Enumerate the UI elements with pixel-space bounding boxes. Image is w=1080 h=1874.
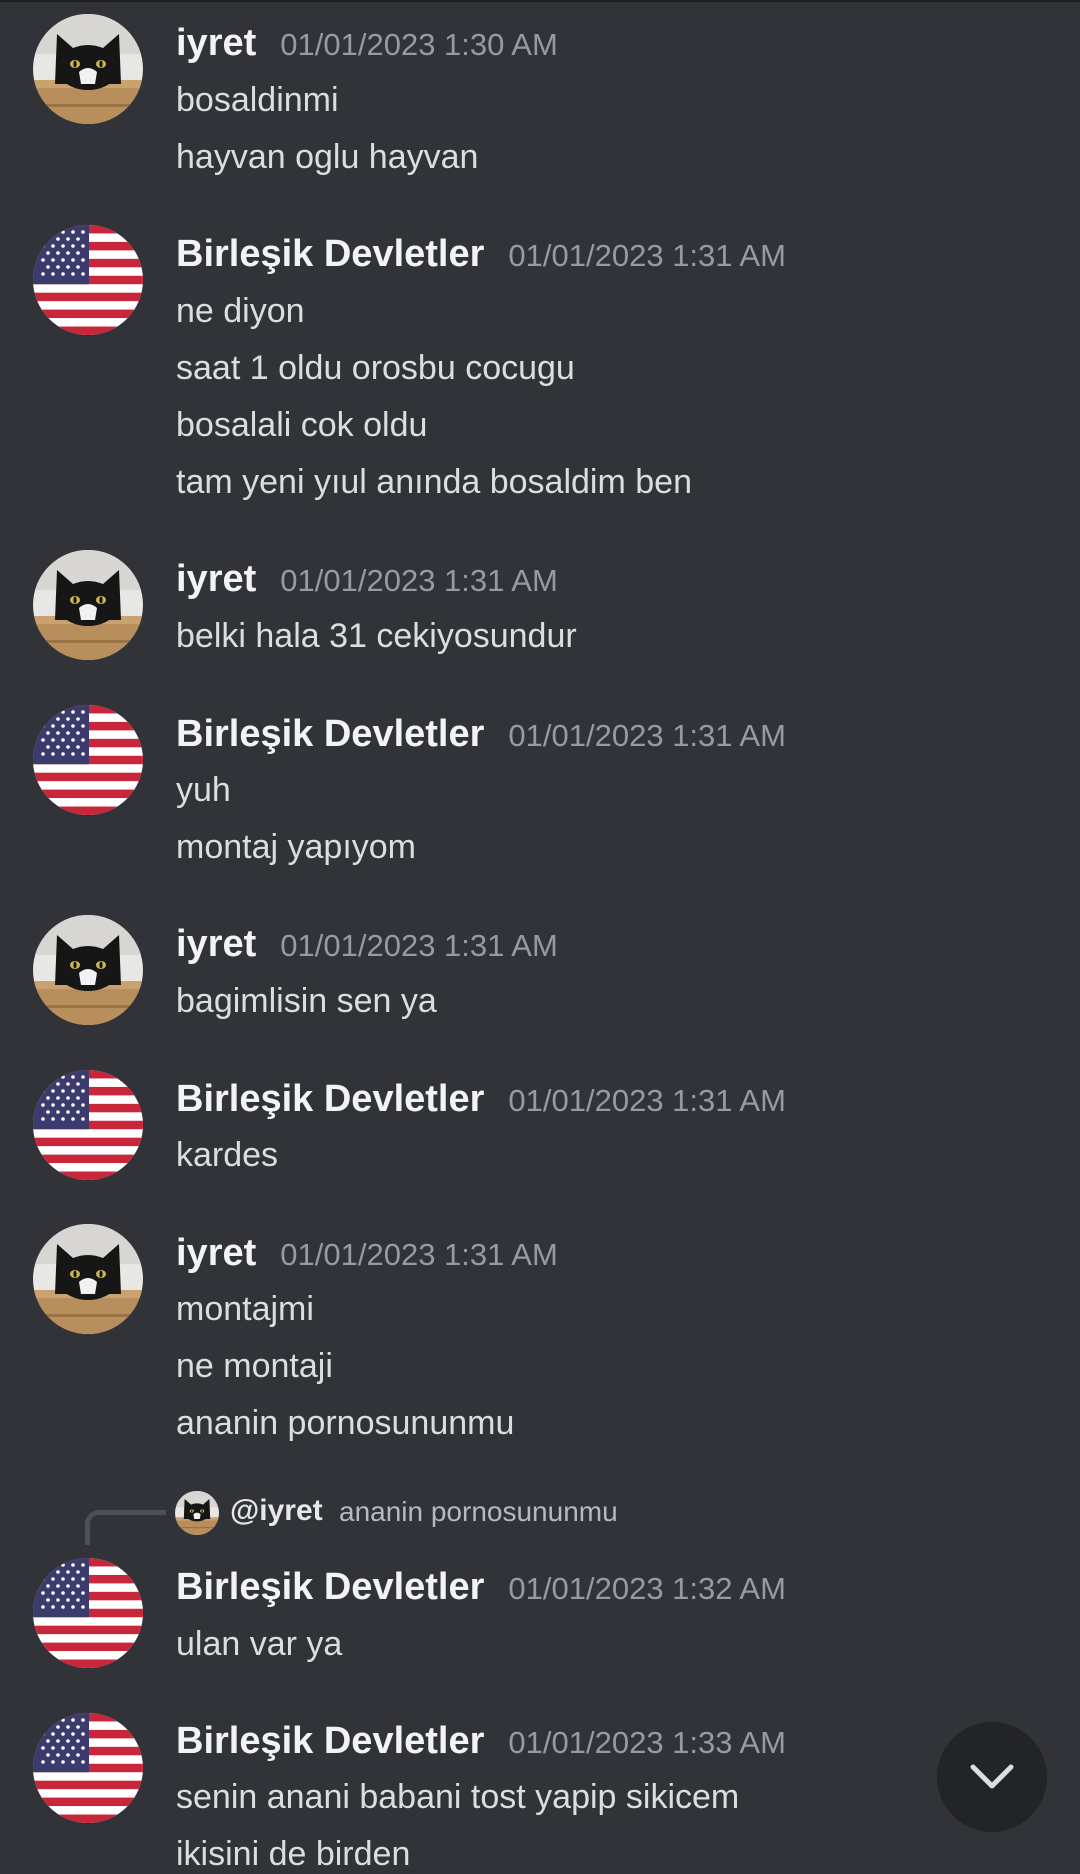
cat-avatar[interactable]: [33, 14, 143, 124]
message-timestamp: 01/01/2023 1:31 AM: [508, 1083, 786, 1118]
message-text: senin anani babani tost yapip sikicem: [176, 1778, 740, 1816]
message-timestamp: 01/01/2023 1:31 AM: [280, 928, 558, 963]
message-text: belki hala 31 cekiyosundur: [176, 617, 577, 655]
message-timestamp: 01/01/2023 1:33 AM: [508, 1725, 786, 1760]
message-author[interactable]: iyret: [176, 558, 256, 601]
message-text: ananin pornosununmu: [176, 1404, 515, 1442]
message-timestamp: 01/01/2023 1:31 AM: [508, 718, 786, 753]
top-divider: [0, 0, 1080, 2]
message-text: yuh: [176, 771, 231, 809]
message-text: kardes: [176, 1136, 279, 1174]
message-text: saat 1 oldu orosbu cocugu: [176, 349, 575, 387]
us-flag-avatar[interactable]: [33, 1558, 143, 1668]
chevron-down-icon: [970, 1764, 1014, 1789]
us-flag-avatar[interactable]: [33, 225, 143, 335]
message-author[interactable]: Birleşik Devletler: [176, 1566, 484, 1609]
message-text: ulan var ya: [176, 1625, 343, 1663]
message-timestamp: 01/01/2023 1:31 AM: [508, 238, 786, 273]
message-author[interactable]: Birleşik Devletler: [176, 1078, 484, 1121]
message-author[interactable]: iyret: [176, 923, 256, 966]
us-flag-avatar[interactable]: [33, 1713, 143, 1823]
reply-mention[interactable]: @iyret: [230, 1494, 323, 1528]
cat-avatar[interactable]: [33, 915, 143, 1025]
message-text: bagimlisin sen ya: [176, 982, 437, 1020]
message-text: tam yeni yıul anında bosaldim ben: [176, 463, 692, 501]
message-author[interactable]: iyret: [176, 1232, 256, 1275]
reply-preview[interactable]: @iyret ananin pornosununmu: [0, 1490, 1080, 1545]
reply-cat-avatar: [175, 1491, 219, 1535]
message-text: bosaldinmi: [176, 81, 339, 119]
cat-avatar[interactable]: [33, 550, 143, 660]
us-flag-avatar[interactable]: [33, 1070, 143, 1180]
message-author[interactable]: Birleşik Devletler: [176, 713, 484, 756]
message-timestamp: 01/01/2023 1:30 AM: [280, 27, 558, 62]
message-text: ne montaji: [176, 1347, 333, 1385]
message-text: ikisini de birden: [176, 1835, 411, 1873]
message-text: bosalali cok oldu: [176, 406, 428, 444]
message-timestamp: 01/01/2023 1:32 AM: [508, 1571, 786, 1606]
message-author[interactable]: Birleşik Devletler: [176, 233, 484, 276]
message-text: montaj yapıyom: [176, 828, 416, 866]
us-flag-avatar[interactable]: [33, 705, 143, 815]
message-author[interactable]: Birleşik Devletler: [176, 1720, 484, 1763]
message-text: hayvan oglu hayvan: [176, 138, 479, 176]
message-text: ne diyon: [176, 292, 305, 330]
message-timestamp: 01/01/2023 1:31 AM: [280, 563, 558, 598]
message-author[interactable]: iyret: [176, 22, 256, 65]
message-timestamp: 01/01/2023 1:31 AM: [280, 1237, 558, 1272]
cat-avatar[interactable]: [33, 1224, 143, 1334]
jump-to-bottom-button[interactable]: [937, 1722, 1047, 1832]
message-text: montajmi: [176, 1290, 314, 1328]
reply-spine: [85, 1510, 166, 1545]
reply-text[interactable]: ananin pornosununmu: [339, 1496, 618, 1528]
